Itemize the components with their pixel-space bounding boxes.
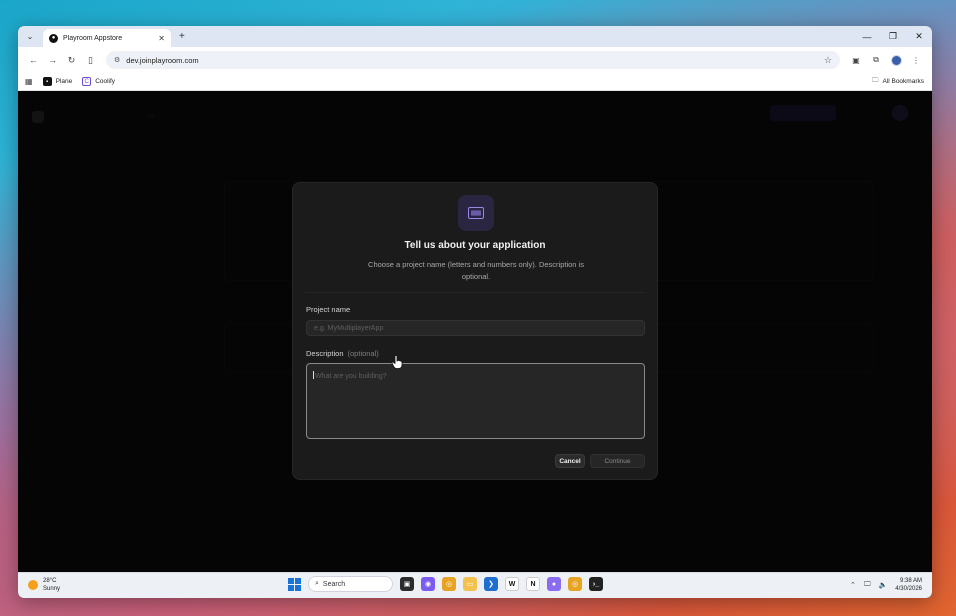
reload-icon[interactable]: ↻ [62,51,81,70]
modal-divider [305,292,645,293]
browser-tab[interactable]: ● Playroom Appstore ✕ [43,29,171,47]
app-launcher-icon[interactable]: ● [547,577,561,591]
back-arrow-icon[interactable]: ← [24,51,43,70]
search-icon: ⌕ [315,580,319,587]
volume-icon[interactable]: 🔈 [879,581,888,589]
minimize-icon[interactable]: — [854,26,880,47]
clock-date: 4/30/2026 [895,586,922,592]
bookmark-plane[interactable]: ▪ Plane [42,77,73,86]
taskbar-search[interactable]: ⌕ Search [308,576,393,592]
network-icon[interactable]: 🖵 [864,581,871,589]
plane-icon: ▪ [42,77,52,86]
weather-desc: Sunny [43,586,61,592]
system-tray: ⌃ 🖵 🔈 9:38 AM 4/30/2026 [850,577,922,593]
all-bookmarks[interactable]: 🗀 All Bookmarks [872,76,924,87]
text-caret [313,371,314,379]
description-placeholder: What are you building? [315,373,387,380]
clock-time: 9:38 AM [899,578,922,584]
file-explorer-icon[interactable]: ▭ [463,577,477,591]
tab-search-chevron-icon[interactable]: ⌄ [23,30,37,44]
bookmark-coolify[interactable]: C Coolify [82,77,115,86]
wikipedia-icon[interactable]: W [505,577,519,591]
web-page: ▭ Tell us about your application Choose … [18,91,932,598]
tab-title: Playroom Appstore [63,34,123,42]
tab-strip: ⌄ ● Playroom Appstore ✕ + — ❐ ✕ [18,26,932,47]
project-name-placeholder: e.g. MyMultiplayerApp [314,324,384,332]
windows-taskbar: 28°C Sunny ⌕ Search ▣ ◉ ◎ ▭ ❯ W N ● ◎ ›_… [18,572,932,598]
restore-icon[interactable]: ❐ [880,26,906,47]
create-app-modal: Tell us about your application Choose a … [292,182,658,480]
clock[interactable]: 9:38 AM 4/30/2026 [895,577,922,593]
description-label-row: Description (optional) [306,349,379,358]
window-controls: — ❐ ✕ [854,26,932,47]
search-label: Search [322,580,346,588]
weather-temp: 28°C [43,578,57,584]
hand-cursor-icon [391,355,403,369]
new-tab-plus-icon[interactable]: + [179,31,185,42]
chrome-active-icon[interactable]: ◎ [568,577,582,591]
cancel-button[interactable]: Cancel [555,454,585,468]
weather-widget[interactable]: 28°C Sunny [28,577,60,593]
notion-icon[interactable]: N [526,577,540,591]
modal-title: Tell us about your application [404,240,546,251]
address-bar[interactable]: ⚙ dev.joinplayroom.com ☆ [106,51,840,69]
modal-app-icon-container [458,195,494,231]
windows-start-icon[interactable] [288,577,301,591]
profile-avatar[interactable] [886,51,906,70]
all-bookmarks-label: All Bookmarks [882,78,924,85]
vscode-icon[interactable]: ❯ [484,577,498,591]
site-info-icon[interactable]: ⚙ [114,56,120,64]
continue-button[interactable]: Continue [590,454,645,468]
chrome-icon[interactable]: ◎ [442,577,456,591]
extension-icon[interactable]: ▣ [846,51,866,70]
description-label: Description [306,349,344,358]
tab-close-icon[interactable]: ✕ [158,34,165,43]
project-name-input[interactable]: e.g. MyMultiplayerApp [306,320,645,336]
url-text: dev.joinplayroom.com [126,55,199,65]
sun-icon [28,580,38,590]
description-textarea[interactable]: What are you building? [306,363,645,439]
project-name-label: Project name [306,305,351,314]
bookmark-star-icon[interactable]: ☆ [824,55,832,66]
bookmarks-bar: ▦ ▪ Plane C Coolify 🗀 All Bookmarks [18,73,932,91]
copilot-icon[interactable]: ◉ [421,577,435,591]
close-window-icon[interactable]: ✕ [906,26,932,47]
tray-chevron-up-icon[interactable]: ⌃ [850,581,856,589]
playroom-favicon-icon: ● [49,33,58,43]
split-view-icon[interactable]: ▯ [81,51,100,70]
modal-description: Choose a project name (letters and numbe… [368,260,584,281]
app-window-icon [468,207,484,219]
bookmark-label: Plane [55,78,73,85]
apps-grid-icon[interactable]: ▦ [25,77,33,86]
coolify-icon: C [82,77,92,86]
bookmark-label: Coolify [95,78,116,85]
extensions-puzzle-icon[interactable]: ⧉ [866,51,886,70]
browser-toolbar: ← → ↻ ▯ ⚙ dev.joinplayroom.com ☆ ▣ ⧉ ⋮ [18,47,932,73]
browser-window: ⌄ ● Playroom Appstore ✕ + — ❐ ✕ ← → ↻ ▯ … [18,26,932,598]
terminal-icon[interactable]: ›_ [589,577,603,591]
taskbar-apps: ⌕ Search ▣ ◉ ◎ ▭ ❯ W N ● ◎ ›_ [288,576,603,592]
folder-icon: 🗀 [871,77,879,84]
optional-tag: (optional) [347,349,379,358]
browser-menu-icon[interactable]: ⋮ [906,51,926,70]
task-view-icon[interactable]: ▣ [400,577,414,591]
forward-arrow-icon[interactable]: → [43,51,62,70]
